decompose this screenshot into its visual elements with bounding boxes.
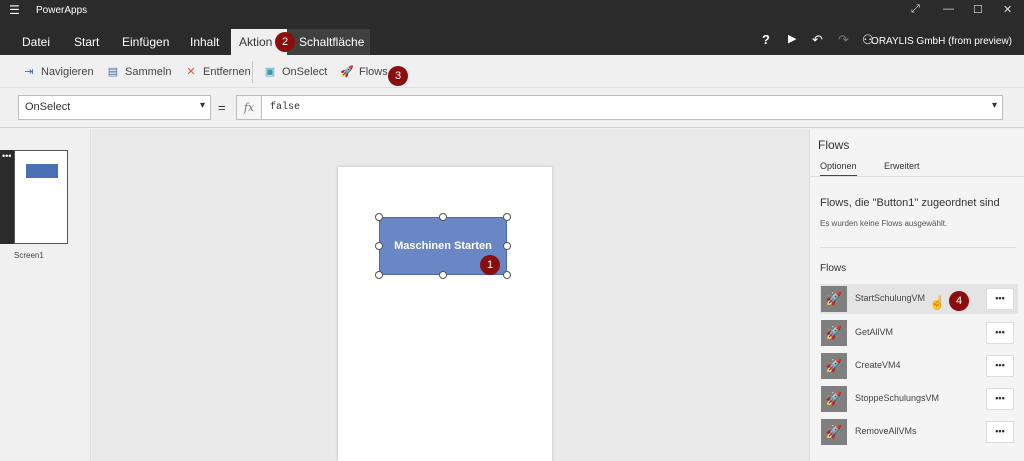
formula-text: false <box>270 102 301 113</box>
remove-label: Entfernen <box>203 66 251 78</box>
flow-item[interactable]: 🚀 RemoveAllVMs ••• <box>820 417 1018 447</box>
flow-item[interactable]: 🚀 StartSchulungVM ••• <box>820 284 1018 314</box>
ribbon-separator <box>252 61 253 83</box>
resize-handle[interactable] <box>375 271 383 279</box>
screen-label: Screen1 <box>14 251 44 260</box>
chevron-down-icon: ▾ <box>199 100 205 111</box>
help-icon[interactable]: ? <box>762 32 770 47</box>
flow-name: CreateVM4 <box>855 360 901 370</box>
app-title: PowerApps <box>36 5 88 16</box>
tab-einfuegen[interactable]: Einfügen <box>114 29 177 55</box>
play-icon[interactable]: ▶ <box>788 32 796 45</box>
more-options-button[interactable]: ••• <box>986 288 1014 310</box>
step-badge-4: 4 <box>949 291 969 311</box>
onselect-label: OnSelect <box>282 66 328 78</box>
flow-name: GetAllVM <box>855 327 894 337</box>
more-options-button[interactable]: ••• <box>986 322 1014 344</box>
rocket-icon: 🚀 <box>821 419 847 445</box>
no-flows-note: Es wurden keine Flows ausgewählt. <box>820 219 948 228</box>
flow-item[interactable]: 🚀 StoppeSchulungsVM ••• <box>820 384 1018 414</box>
title-bar: ☰ PowerApps ⤢ — ☐ ✕ <box>0 0 1024 21</box>
rocket-icon: 🚀 <box>821 286 847 312</box>
equals-sign: = <box>218 100 226 115</box>
tab-schaltflaeche[interactable]: Schaltfläche <box>287 29 370 55</box>
ribbon-tabs: Datei Start Einfügen Inhalt Aktion Schal… <box>0 21 1024 55</box>
tab-divider <box>810 176 1024 177</box>
undo-icon[interactable]: ↶ <box>812 32 823 48</box>
flow-item[interactable]: 🚀 GetAllVM ••• <box>820 318 1018 348</box>
onselect-icon: ▣ <box>264 66 276 78</box>
step-badge-3: 3 <box>388 66 408 86</box>
resize-handle[interactable] <box>375 242 383 250</box>
resize-handle[interactable] <box>439 271 447 279</box>
assigned-flows-heading: Flows, die "Button1" zugeordnet sind <box>820 197 1000 209</box>
divider <box>820 247 1016 248</box>
flow-item[interactable]: 🚀 CreateVM4 ••• <box>820 351 1018 381</box>
tab-inhalt[interactable]: Inhalt <box>182 29 227 55</box>
flows-section-label: Flows <box>820 263 847 274</box>
collect-icon: ▤ <box>107 66 119 78</box>
flows-button[interactable]: 🚀 Flows <box>338 63 388 81</box>
close-icon[interactable]: ✕ <box>1003 3 1012 16</box>
resize-handle[interactable] <box>503 213 511 221</box>
rocket-icon: 🚀 <box>340 66 354 78</box>
tab-datei[interactable]: Datei <box>14 29 58 55</box>
resize-handle[interactable] <box>375 213 383 221</box>
formula-bar: OnSelect ▾ = fx false ▾ <box>0 88 1024 128</box>
onselect-button[interactable]: ▣ OnSelect <box>261 63 327 81</box>
step-badge-1: 1 <box>480 255 500 275</box>
flow-name: StoppeSchulungsVM <box>855 393 940 403</box>
pointer-cursor-icon: ☝ <box>929 295 946 310</box>
more-options-button[interactable]: ••• <box>986 388 1014 410</box>
remove-button[interactable]: ✕ Entfernen <box>182 63 251 81</box>
screen-thumbnail-menu[interactable]: ••• <box>0 150 14 244</box>
thumbnail-button-preview <box>26 164 58 178</box>
flows-panel-title: Flows <box>818 138 850 152</box>
tab-optionen[interactable]: Optionen <box>820 161 857 177</box>
screens-panel: ••• Screen1 <box>0 129 91 461</box>
maximize-icon[interactable]: ☐ <box>973 3 983 16</box>
formula-input[interactable]: false ▾ <box>262 95 1003 120</box>
resize-handle[interactable] <box>439 213 447 221</box>
step-badge-2: 2 <box>275 32 295 52</box>
collect-label: Sammeln <box>125 66 172 78</box>
navigate-label: Navigieren <box>41 66 94 78</box>
flow-name: StartSchulungVM <box>855 293 926 303</box>
remove-icon: ✕ <box>186 66 196 78</box>
property-select[interactable]: OnSelect ▾ <box>18 95 211 120</box>
screen-thumbnail[interactable] <box>14 150 68 244</box>
chevron-down-icon[interactable]: ▾ <box>992 100 997 111</box>
user-name[interactable]: ORAYLIS GmbH (from preview) <box>871 36 1012 47</box>
resize-handle[interactable] <box>503 242 511 250</box>
hamburger-menu-icon[interactable]: ☰ <box>9 3 20 17</box>
flows-panel: Flows Optionen Erweitert Flows, die "But… <box>809 129 1024 461</box>
navigate-button[interactable]: ⇥ Navigieren <box>20 63 94 81</box>
minimize-icon[interactable]: — <box>943 3 954 15</box>
collect-button[interactable]: ▤ Sammeln <box>104 63 172 81</box>
redo-icon[interactable]: ↷ <box>838 32 849 48</box>
tab-start[interactable]: Start <box>66 29 107 55</box>
more-options-button[interactable]: ••• <box>986 421 1014 443</box>
flow-name: RemoveAllVMs <box>855 426 917 436</box>
rocket-icon: 🚀 <box>821 386 847 412</box>
expand-icon[interactable]: ⤢ <box>911 3 920 16</box>
rocket-icon: 🚀 <box>821 353 847 379</box>
more-options-button[interactable]: ••• <box>986 355 1014 377</box>
navigate-icon: ⇥ <box>24 66 34 78</box>
fx-icon: fx <box>236 95 262 120</box>
canvas: Maschinen Starten 1 <box>92 129 809 461</box>
ribbon-commands: ⇥ Navigieren ▤ Sammeln ✕ Entfernen ▣ OnSelec… <box>0 55 1024 88</box>
flows-label: Flows <box>359 66 388 78</box>
app-screen[interactable]: Maschinen Starten 1 <box>338 167 552 461</box>
property-value: OnSelect <box>25 101 71 113</box>
resize-handle[interactable] <box>503 271 511 279</box>
tab-erweitert[interactable]: Erweitert <box>884 161 920 175</box>
rocket-icon: 🚀 <box>821 320 847 346</box>
